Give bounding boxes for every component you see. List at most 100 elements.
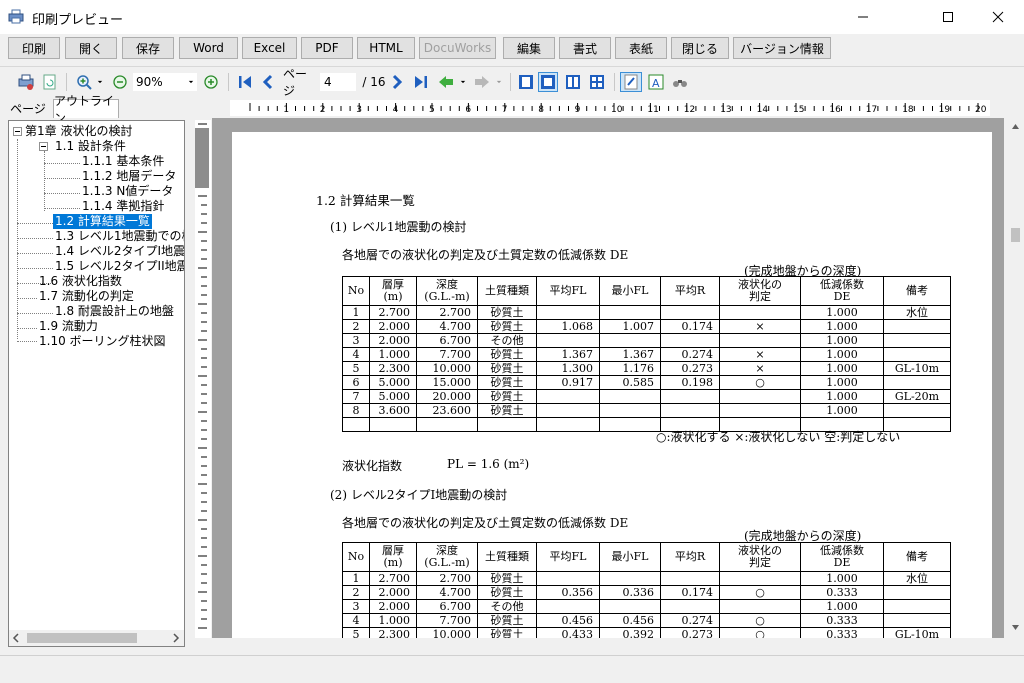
save-button[interactable]: 保存 [122, 37, 174, 59]
printer-setup-icon [18, 74, 34, 90]
preview-horizontal-scrollbar[interactable] [212, 638, 1007, 655]
tree-item-1-8[interactable]: 1.8 耐震設計上の地盤 [55, 304, 174, 319]
zoom-fit-button[interactable] [201, 72, 221, 92]
tree-item-1-2[interactable]: 1.2 計算結果一覧 [53, 214, 152, 229]
tree-item-1-7[interactable]: 1.7 流動化の判定 [39, 289, 134, 304]
tree-item-1-3[interactable]: 1.3 レベル1地震動での検 [55, 229, 184, 244]
html-button[interactable]: HTML [357, 37, 415, 59]
collapse-section-toggle[interactable] [39, 142, 48, 151]
close-button[interactable] [975, 0, 1021, 34]
zoom-out-button[interactable] [110, 72, 130, 92]
tree-horizontal-scrollbar[interactable] [9, 630, 184, 646]
tree-item-1-1-1[interactable]: 1.1.1 基本条件 [82, 154, 164, 169]
table1-caption: 各地層での液状化の判定及び土質定数の低減係数 DE [342, 248, 629, 262]
preview-area[interactable]: 1.2 計算結果一覧 (1) レベル1地震動の検討 各地層での液状化の判定及び土… [212, 118, 1004, 638]
page-label: ページ [283, 67, 308, 98]
chevron-up-icon[interactable] [1011, 122, 1020, 130]
zoom-dropdown-arrow[interactable] [95, 72, 105, 92]
table-cell: ○ [719, 613, 801, 628]
page-number-input[interactable]: 4 [320, 73, 356, 91]
previous-page-button[interactable] [259, 72, 277, 92]
minimize-button[interactable] [840, 0, 886, 34]
judgment-legend: ○:液状化する ×:液状化しない 空:判定しない [656, 430, 901, 444]
table-cell: 1.007 [599, 319, 661, 334]
preview-scroll-thumb[interactable] [1011, 228, 1020, 242]
tree-item-1-1-2[interactable]: 1.1.2 地層データ [82, 169, 176, 184]
tab-outline[interactable]: アウトライン [53, 94, 119, 125]
table-cell: 1.000 [800, 347, 884, 362]
table-cell: 砂質土 [477, 389, 537, 404]
forward-dropdown[interactable] [494, 72, 504, 92]
table-cell: 1.367 [599, 347, 661, 362]
table-cell: 砂質土 [477, 613, 537, 628]
tree-item-1-1-3[interactable]: 1.1.3 N値データ [82, 184, 173, 199]
back-dropdown[interactable] [458, 72, 468, 92]
next-page-button[interactable] [388, 72, 406, 92]
preview-vertical-scrollbar[interactable] [1007, 118, 1024, 638]
single-page-view-button[interactable] [516, 72, 536, 92]
tree-scroll-thumb[interactable] [27, 633, 137, 643]
two-page-view-button[interactable] [563, 72, 583, 92]
word-button[interactable]: Word [179, 37, 238, 59]
tree-item-1-10[interactable]: 1.10 ボーリング柱状図 [39, 334, 166, 349]
edit-button[interactable]: 編集 [503, 37, 555, 59]
refresh-button[interactable] [40, 72, 60, 92]
column-header: 備考 [883, 542, 951, 572]
tree-item-1-9[interactable]: 1.9 流動力 [39, 319, 98, 334]
ruler-label: 6 [465, 105, 471, 115]
open-button[interactable]: 開く [65, 37, 117, 59]
table-cell: 1.176 [599, 361, 661, 376]
close-preview-button[interactable]: 閉じる [671, 37, 729, 59]
print-setup-button[interactable] [16, 72, 36, 92]
minimize-icon [858, 16, 868, 18]
collapse-chapter-toggle[interactable] [13, 127, 22, 136]
table-cell: 8 [342, 403, 370, 418]
table-cell: その他 [477, 333, 537, 348]
chevron-down-icon[interactable] [1011, 624, 1020, 632]
zoom-in-button[interactable] [74, 72, 94, 92]
first-page-button[interactable] [236, 72, 254, 92]
pdf-button[interactable]: PDF [301, 37, 353, 59]
tree-item-1-5[interactable]: 1.5 レベル2タイプII地震動 [55, 259, 184, 274]
chevron-left-icon[interactable] [11, 633, 21, 643]
back-button[interactable] [436, 72, 456, 92]
version-info-button[interactable]: バージョン情報 [733, 37, 831, 59]
docuworks-button[interactable]: DocuWorks [419, 37, 496, 59]
table-cell: 0.333 [800, 585, 884, 600]
table-cell: 0.433 [536, 627, 600, 638]
chevron-right-icon[interactable] [171, 633, 181, 643]
pan-tool-button[interactable] [620, 72, 642, 92]
table-cell: 1.000 [800, 319, 884, 334]
table-cell [599, 571, 661, 586]
text-select-button[interactable]: A [646, 72, 666, 92]
cover-button[interactable]: 表紙 [615, 37, 667, 59]
tree-item-chapter1[interactable]: 第1章 液状化の検討 [25, 124, 132, 139]
table-cell [660, 389, 720, 404]
continuous-view-button[interactable] [538, 72, 558, 92]
last-page-button[interactable] [412, 72, 430, 92]
tree-item-1-1[interactable]: 1.1 設計条件 [55, 139, 126, 154]
column-header: 低減係数 DE [800, 542, 884, 572]
zoom-select-arrow[interactable] [186, 72, 196, 92]
tab-page[interactable]: ページ [4, 99, 52, 118]
excel-button[interactable]: Excel [242, 37, 297, 59]
table-cell: 4.700 [416, 585, 478, 600]
format-button[interactable]: 書式 [559, 37, 611, 59]
tree-item-1-4[interactable]: 1.4 レベル2タイプI地震動 [55, 244, 184, 259]
table-cell: 1.000 [800, 333, 884, 348]
outline-tree: 第1章 液状化の検討 1.1 設計条件 1.1.1 基本条件 1.1.2 地層デ… [8, 120, 185, 647]
find-button[interactable] [670, 72, 690, 92]
table-cell: 砂質土 [477, 361, 537, 376]
tree-item-1-1-4[interactable]: 1.1.4 準拠指針 [82, 199, 164, 214]
multi-page-view-button[interactable] [587, 72, 607, 92]
forward-button[interactable] [472, 72, 492, 92]
tree-item-1-6[interactable]: 1.6 液状化指数 [39, 274, 122, 289]
maximize-button[interactable] [925, 0, 971, 34]
table-cell: 0.392 [599, 627, 661, 638]
side-tabs: ページ アウトライン [0, 94, 230, 125]
ruler-label: 7 [502, 105, 508, 115]
table-cell: 水位 [883, 305, 951, 320]
column-header: 液状化の 判定 [719, 542, 801, 572]
table-cell: 0.333 [800, 627, 884, 638]
print-button[interactable]: 印刷 [8, 37, 60, 59]
